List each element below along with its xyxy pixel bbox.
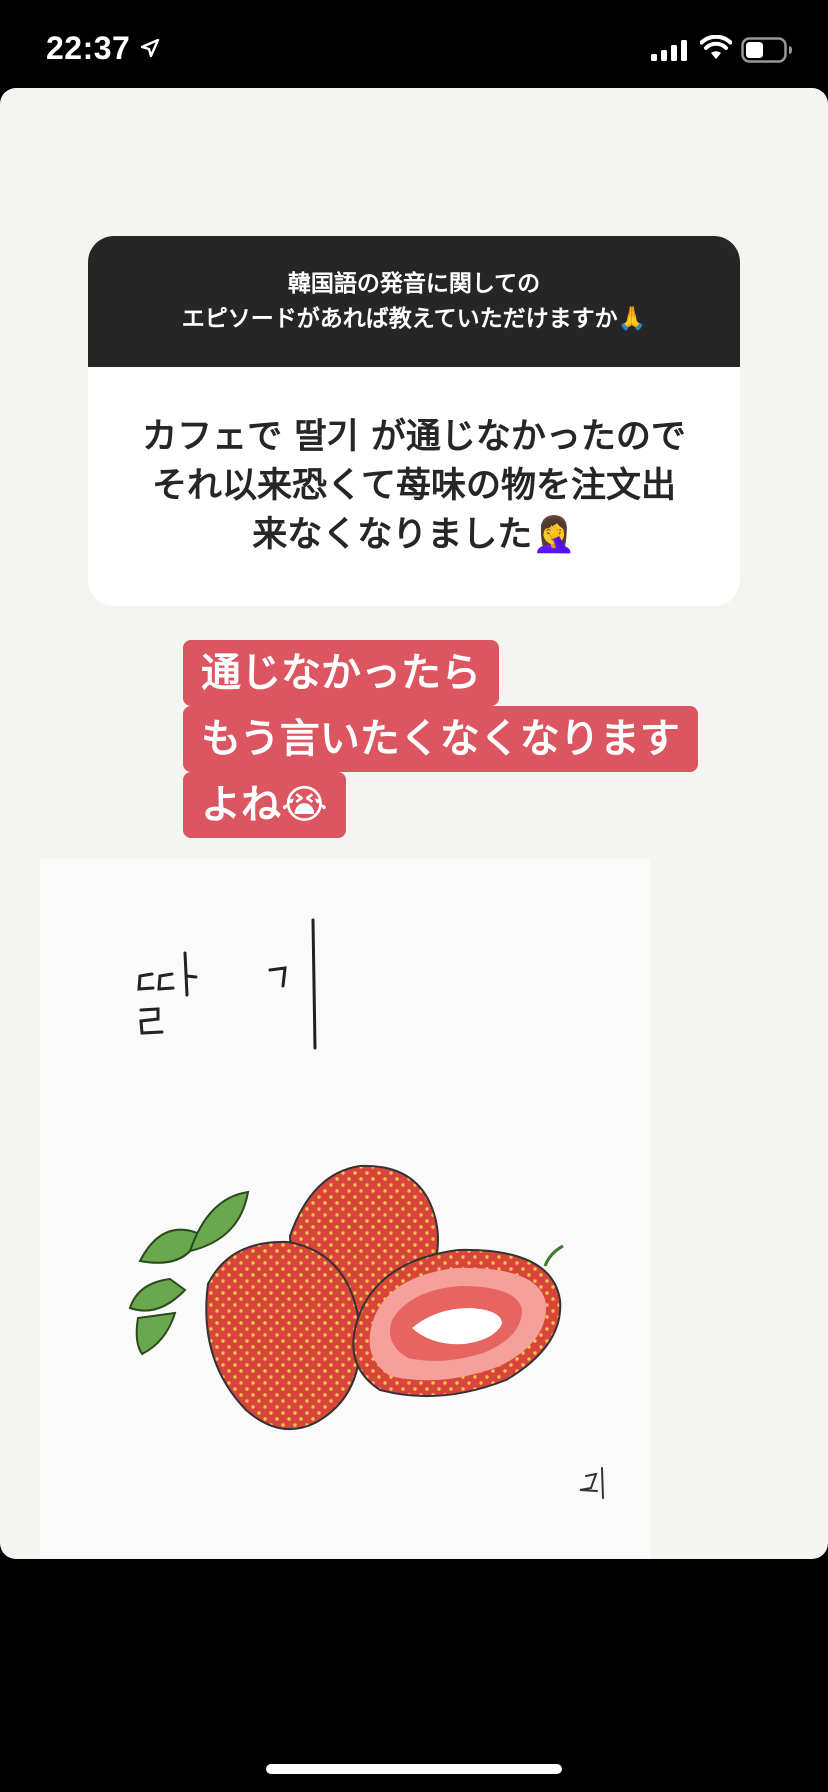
status-time: 22:37 <box>46 30 131 66</box>
answer-body: カフェで 딸기 が通じなかったので それ以来恐くて苺味の物を注文出 来なくなりま… <box>88 367 740 606</box>
caption-text: 通じなかったら もう言いたくなくなります よね😭 <box>183 640 698 838</box>
question-line: 韓国語の発音に関しての <box>287 270 541 297</box>
story-card[interactable]: 韓国語の発音に関しての エピソードがあれば教えていただけますか🙏 カフェで 딸기… <box>0 88 828 1559</box>
question-sticker[interactable]: 韓国語の発音に関しての エピソードがあれば教えていただけますか🙏 カフェで 딸기… <box>88 236 740 606</box>
home-indicator[interactable] <box>266 1764 562 1774</box>
strawberry-drawing <box>128 918 604 1499</box>
cellular-signal-icon <box>651 40 687 61</box>
question-header: 韓国語の発音に関しての エピソードがあれば教えていただけますか🙏 <box>88 236 740 367</box>
front-strawberry <box>205 1240 362 1431</box>
caption-line: もう言いたくなくなります <box>183 706 698 772</box>
caption-line: 通じなかったら <box>183 640 499 706</box>
answer-line: それ以来恐くて苺味の物を注文出 <box>152 466 676 506</box>
caption-line: よね😭 <box>183 772 346 838</box>
status-bar: 22:37 <box>0 0 828 88</box>
location-arrow-icon <box>140 38 160 58</box>
artist-signature <box>579 1467 604 1499</box>
battery-icon <box>741 37 792 63</box>
question-line: エピソードがあれば教えていただけますか🙏 <box>181 305 647 332</box>
wifi-icon <box>700 35 732 59</box>
answer-line: カフェで 딸기 が通じなかったので <box>142 417 686 457</box>
answer-line: 来なくなりました🤦‍♀️ <box>252 515 576 555</box>
strawberry-illustration <box>40 858 650 1559</box>
hangul-handwriting <box>137 918 317 1050</box>
